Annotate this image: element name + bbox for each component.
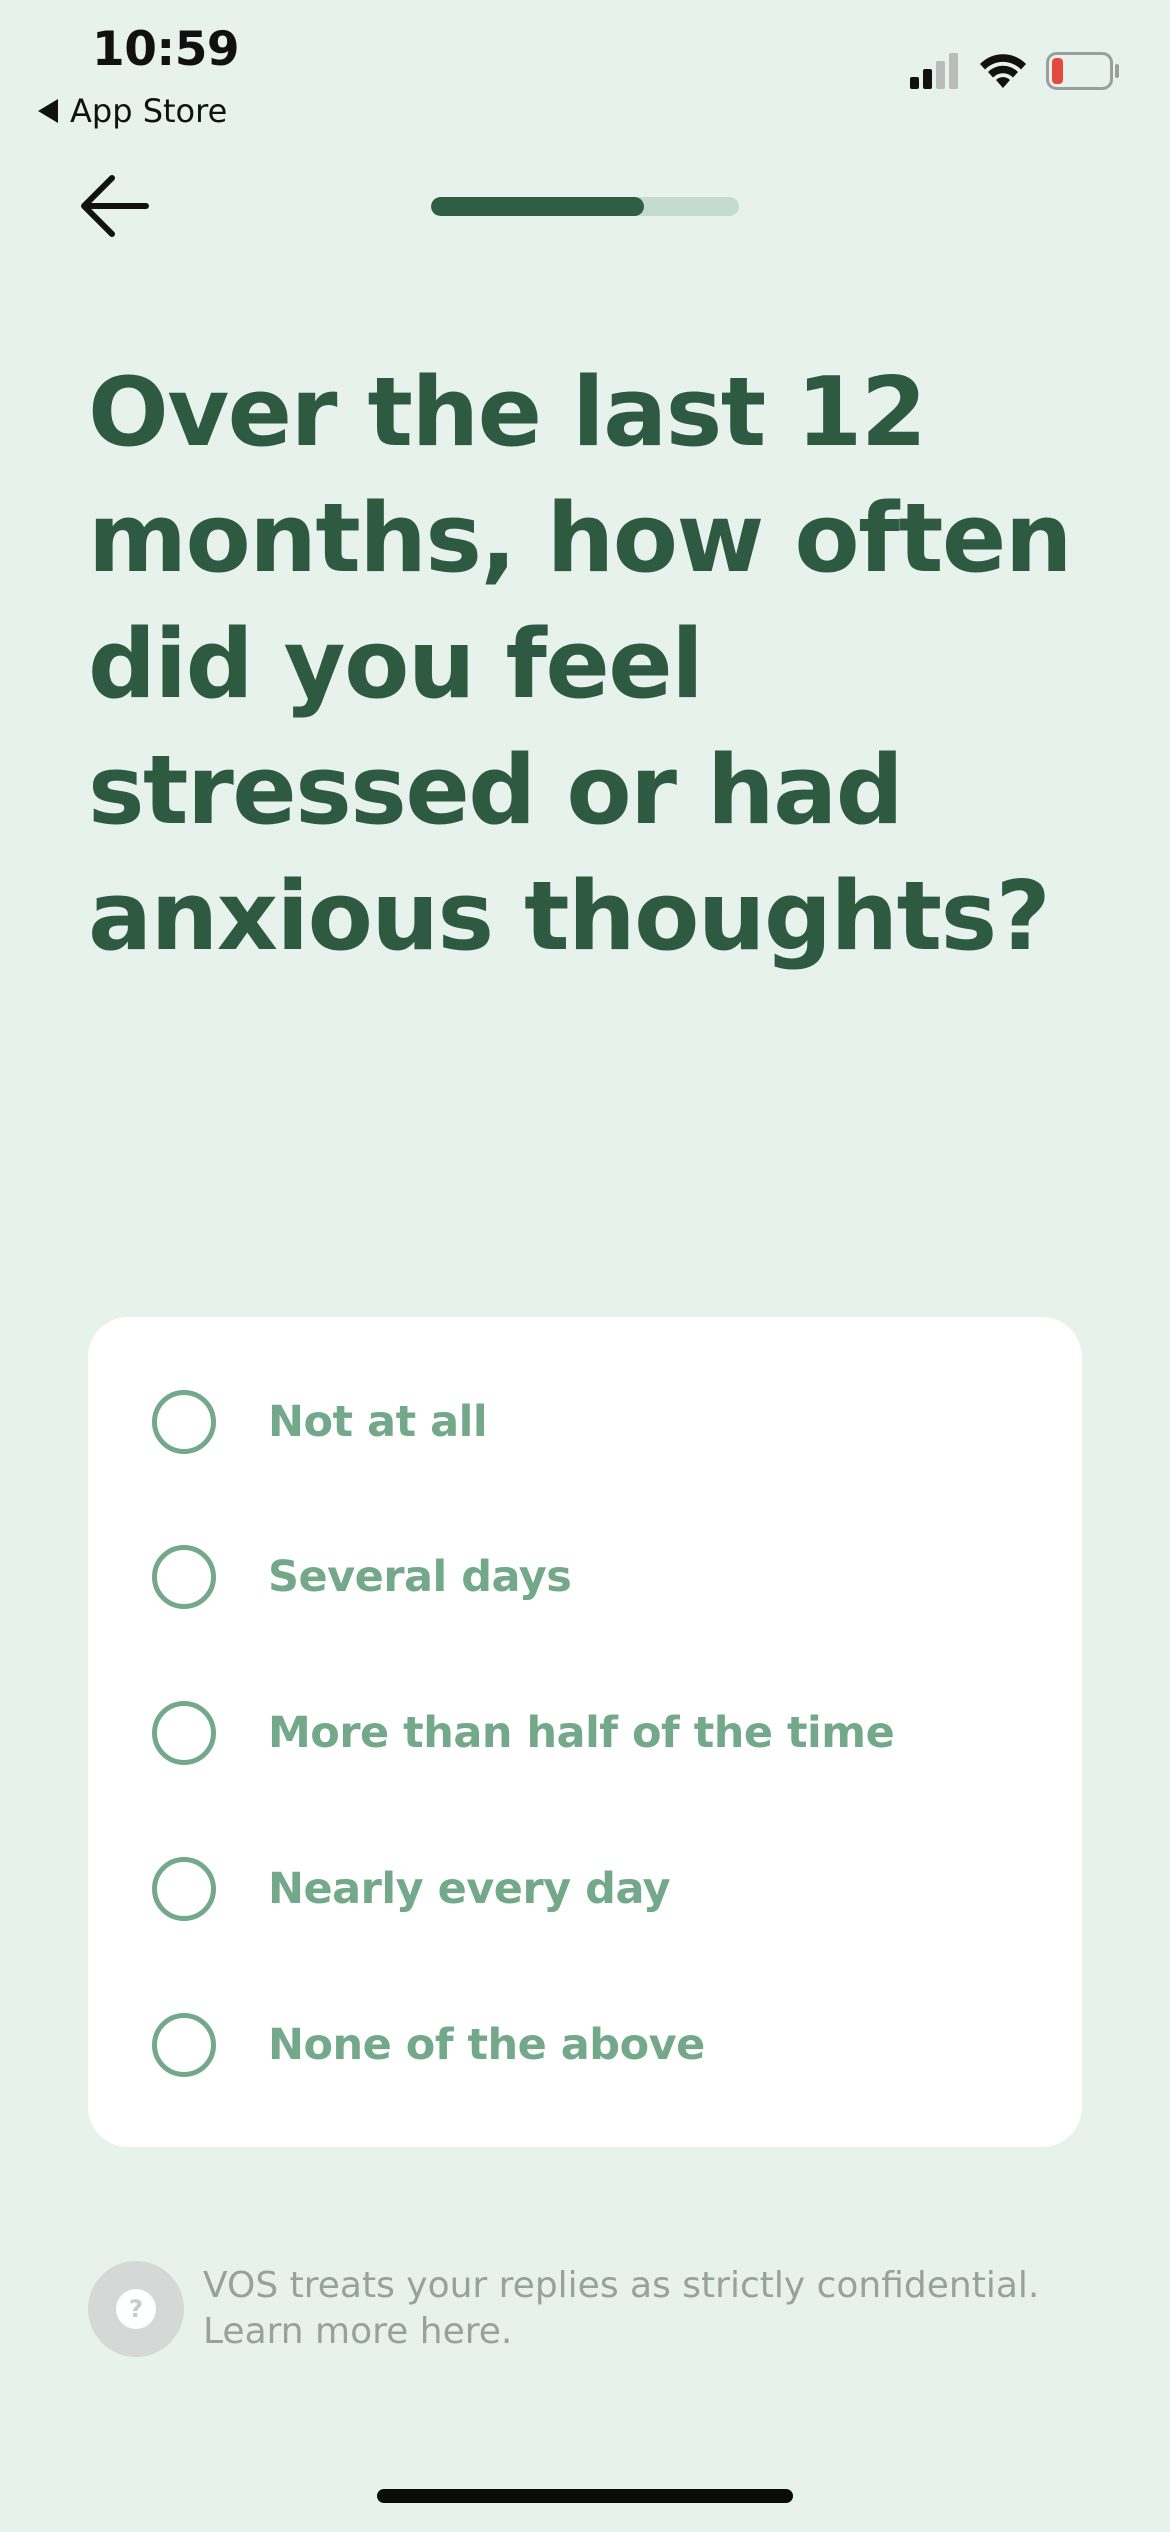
help-button[interactable]: ? xyxy=(88,2261,184,2357)
radio-button[interactable] xyxy=(152,1390,216,1454)
option-nearly-every-day[interactable]: Nearly every day xyxy=(152,1839,671,1939)
options-card: Not at all Several days More than half o… xyxy=(88,1317,1082,2147)
radio-button[interactable] xyxy=(152,1857,216,1921)
learn-more-link[interactable]: Learn more here. xyxy=(203,2311,512,2352)
back-triangle-icon xyxy=(38,99,58,123)
option-label: Several days xyxy=(268,1552,572,1602)
arrow-left-icon xyxy=(81,175,149,237)
progress-bar-fill xyxy=(431,197,644,216)
wifi-icon xyxy=(980,54,1026,88)
radio-button[interactable] xyxy=(152,1545,216,1609)
status-time: 10:59 xyxy=(92,22,240,77)
option-several-days[interactable]: Several days xyxy=(152,1527,572,1627)
progress-bar xyxy=(431,197,739,216)
back-to-app-label: App Store xyxy=(70,92,228,130)
radio-button[interactable] xyxy=(152,2013,216,2077)
status-icons xyxy=(908,52,1120,90)
option-label: Nearly every day xyxy=(268,1864,671,1914)
option-label: More than half of the time xyxy=(268,1708,895,1758)
question-mark-icon: ? xyxy=(116,2289,156,2329)
confidentiality-note: VOS treats your replies as strictly conf… xyxy=(203,2263,1083,2355)
question-heading: Over the last 12 months, how often did y… xyxy=(88,358,1072,972)
back-to-app-store[interactable]: App Store xyxy=(38,92,227,130)
option-not-at-all[interactable]: Not at all xyxy=(152,1372,488,1472)
battery-low-icon xyxy=(1046,52,1119,90)
radio-button[interactable] xyxy=(152,1701,216,1765)
option-more-than-half[interactable]: More than half of the time xyxy=(152,1683,895,1783)
option-none-of-the-above[interactable]: None of the above xyxy=(152,1995,705,2095)
option-label: None of the above xyxy=(268,2020,705,2070)
cellular-signal-icon xyxy=(910,53,958,89)
option-label: Not at all xyxy=(268,1397,488,1447)
home-indicator[interactable] xyxy=(377,2489,793,2503)
disclaimer-text: VOS treats your replies as strictly conf… xyxy=(203,2265,1040,2306)
back-button[interactable] xyxy=(76,172,150,240)
